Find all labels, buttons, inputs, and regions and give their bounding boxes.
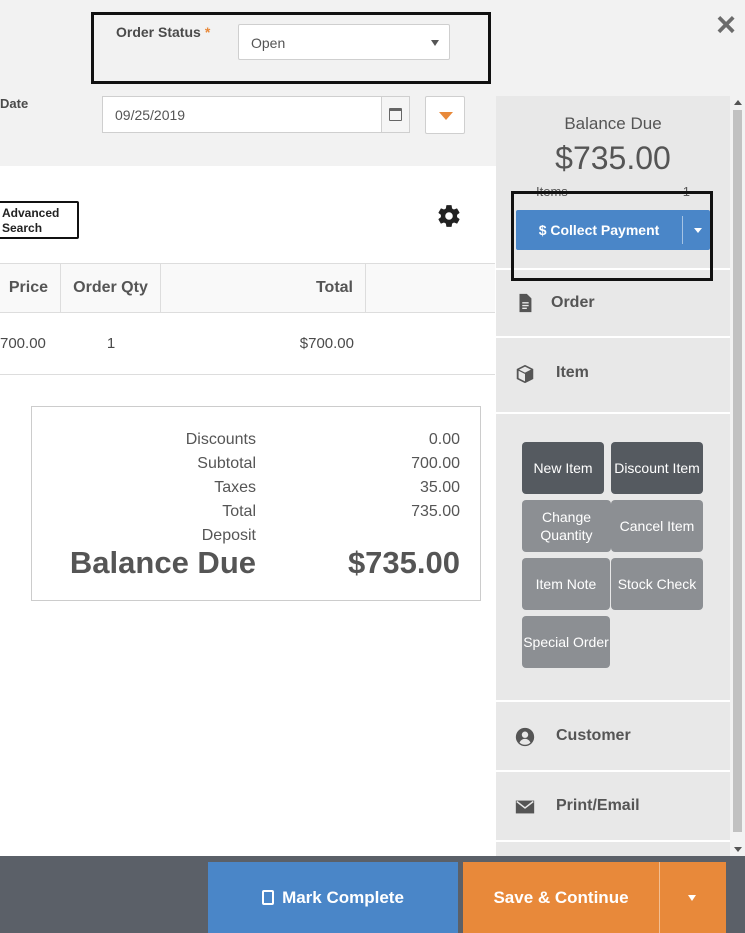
cell-total: $700.00 [299, 335, 354, 352]
cancel-item-button[interactable]: Cancel Item [611, 500, 703, 552]
save-continue-dropdown[interactable] [688, 895, 696, 901]
discounts-label: Discounts [185, 431, 256, 448]
mark-complete-label: Mark Complete [282, 887, 404, 907]
sidebar-section-customer-label: Customer [556, 727, 631, 744]
save-continue-label: Save & Continue [493, 888, 629, 907]
calendar-button[interactable] [381, 97, 409, 132]
calendar-icon [389, 108, 402, 121]
total-label: Total [222, 503, 256, 520]
column-header-total[interactable]: Total [161, 264, 366, 312]
column-header-price[interactable]: Price [0, 264, 61, 312]
item-note-button[interactable]: Item Note [522, 558, 610, 610]
scroll-thumb[interactable] [733, 110, 742, 832]
table-header: Price Order Qty Total [0, 263, 495, 313]
document-icon [519, 293, 532, 313]
scroll-up-icon[interactable] [734, 100, 742, 105]
deposit-label: Deposit [201, 527, 256, 544]
stock-check-button[interactable]: Stock Check [611, 558, 703, 610]
sidebar-section-customer[interactable]: Customer [496, 700, 730, 770]
date-dropdown-button[interactable] [425, 96, 465, 134]
discounts-value: 0.00 [428, 431, 460, 448]
taxes-value: 35.00 [419, 479, 460, 496]
gear-icon[interactable] [436, 203, 462, 229]
balance-due-label: Balance Due [69, 545, 256, 580]
discount-item-button[interactable]: Discount Item [611, 442, 703, 494]
envelope-icon [515, 800, 535, 814]
sidebar-section-order-label: Order [551, 294, 595, 311]
mark-complete-button[interactable]: Mark Complete [208, 862, 458, 933]
subtotal-label: Subtotal [197, 455, 256, 472]
subtotal-value: 700.00 [411, 455, 460, 472]
order-items-table: Price Order Qty Total 700.00 1 $700.00 [0, 263, 495, 375]
box-icon [516, 364, 534, 384]
sidebar-section-item[interactable]: Item [496, 336, 730, 408]
sidebar-balance-title: Balance Due [564, 114, 662, 133]
clipboard-check-icon [262, 890, 275, 905]
footer-bar: Mark Complete Save & Continue [0, 856, 745, 933]
special-order-button[interactable]: Special Order [522, 616, 610, 668]
caret-down-icon [439, 112, 453, 120]
column-header-order-qty[interactable]: Order Qty [61, 264, 161, 312]
date-label: Date [0, 96, 29, 111]
sidebar-section-item-label: Item [556, 364, 589, 381]
highlight-box-order-status [91, 12, 491, 84]
new-item-button[interactable]: New Item [522, 442, 604, 494]
advanced-search-button[interactable]: Advanced Search [0, 201, 79, 239]
total-value: 735.00 [411, 503, 460, 520]
date-value: 09/25/2019 [115, 107, 186, 123]
user-circle-icon [515, 727, 535, 747]
save-continue-button[interactable]: Save & Continue [463, 862, 726, 933]
table-row[interactable]: 700.00 1 $700.00 [0, 313, 495, 375]
sidebar-scrollbar[interactable] [730, 96, 745, 856]
date-input[interactable]: 09/25/2019 [102, 96, 410, 133]
scroll-down-icon[interactable] [734, 847, 742, 852]
cell-order-qty: 1 [106, 335, 116, 352]
change-quantity-button[interactable]: Change Quantity [522, 500, 611, 552]
item-actions: New Item Discount Item Change Quantity C… [496, 412, 730, 702]
cell-price: 700.00 [0, 335, 46, 352]
sidebar-balance-amount: $735.00 [555, 140, 671, 176]
balance-due-value: $735.00 [347, 545, 460, 580]
highlight-box-collect-payment [511, 191, 713, 281]
sidebar-section-print-email-label: Print/Email [556, 797, 640, 814]
order-summary: Discounts 0.00 Subtotal 700.00 Taxes 35.… [31, 406, 481, 601]
taxes-label: Taxes [214, 479, 256, 496]
sidebar-section-print-email[interactable]: Print/Email [496, 770, 730, 840]
button-divider [659, 862, 660, 933]
sidebar-section-more [496, 840, 730, 856]
close-icon[interactable]: × [712, 8, 740, 42]
